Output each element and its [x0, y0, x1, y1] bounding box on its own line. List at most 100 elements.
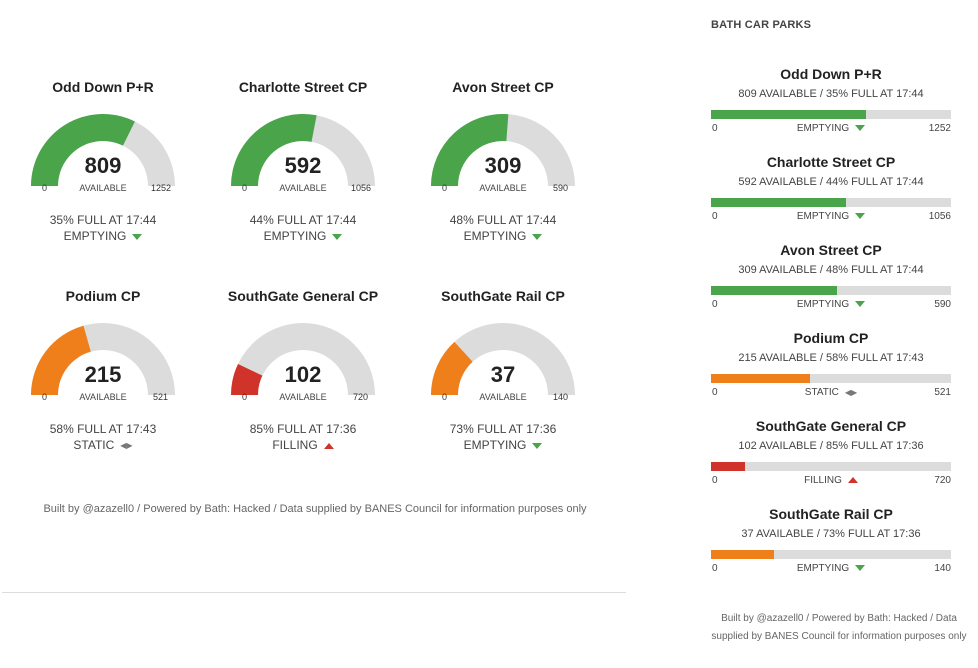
bar-max: 1056 — [928, 211, 951, 222]
trend-up-icon — [323, 442, 334, 449]
gauge-available-label: AVAILABLE — [479, 183, 527, 193]
sidebar-item-trend: FILLING — [711, 475, 951, 486]
gauge-trend: EMPTYING — [213, 229, 393, 243]
sidebar-heading: BATH CAR PARKS — [711, 19, 812, 31]
gauge-title: SouthGate General CP — [227, 288, 379, 304]
gauge-available-label: AVAILABLE — [279, 183, 327, 193]
trend-down-icon — [855, 565, 866, 572]
gauge-max: 720 — [353, 392, 369, 402]
sidebar-item-info: 809 AVAILABLE / 35% FULL AT 17:44 — [738, 88, 924, 100]
sidebar-item-info: 37 AVAILABLE / 73% FULL AT 17:36 — [741, 528, 921, 540]
gauge-min: 0 — [442, 183, 448, 193]
sidebar-item-trend: STATIC ◀▶ — [711, 387, 951, 398]
gauge-trend-label: STATIC — [73, 438, 115, 452]
bar-max: 1252 — [928, 123, 951, 134]
sidebar-item-info: 592 AVAILABLE / 44% FULL AT 17:44 — [738, 176, 924, 188]
sidebar-item-info: 215 AVAILABLE / 58% FULL AT 17:43 — [738, 352, 924, 364]
gauge-min: 0 — [42, 392, 48, 402]
gauge-title: SouthGate Rail CP — [441, 288, 565, 304]
sidebar-item-title: Odd Down P+R — [780, 66, 882, 82]
gauge-trend: EMPTYING — [413, 438, 593, 452]
trend-label: EMPTYING — [796, 123, 850, 134]
sidebar-item-trend: EMPTYING — [711, 563, 951, 574]
sidebar-item-title: SouthGate General CP — [755, 418, 907, 434]
sidebar-item-info: 309 AVAILABLE / 48% FULL AT 17:44 — [738, 264, 924, 276]
gauge-title: Charlotte Street CP — [238, 79, 368, 95]
trend-label: FILLING — [804, 475, 842, 486]
gauge-trend-label: EMPTYING — [463, 438, 527, 452]
gauge-value: 102 — [284, 362, 322, 387]
gauge-value: 37 — [490, 362, 516, 387]
trend-down-icon — [532, 442, 543, 449]
availability-bar-fill — [711, 550, 775, 559]
trend-label: EMPTYING — [796, 299, 850, 310]
gauge-min: 0 — [42, 183, 48, 193]
trend-down-icon — [132, 233, 143, 240]
sidebar-item-odd-down: Odd Down P+R 809 AVAILABLE / 35% FULL AT… — [711, 66, 951, 146]
gauge-trend: STATIC ◀▶ — [13, 438, 193, 452]
trend-label: EMPTYING — [796, 563, 850, 574]
gauge-min: 0 — [242, 392, 248, 402]
gauge-max: 1056 — [351, 183, 372, 193]
sidebar-item-info: 102 AVAILABLE / 85% FULL AT 17:36 — [738, 440, 924, 452]
sidebar-item-trend: EMPTYING — [711, 299, 951, 310]
sidebar-footer: Built by @azazell0 / Powered by Bath: Ha… — [711, 613, 967, 642]
gauge-value: 309 — [484, 153, 522, 178]
bar-max: 720 — [934, 475, 951, 486]
availability-bar-fill — [711, 374, 811, 383]
gauge-full-text: 44% FULL AT 17:44 — [249, 213, 357, 227]
sidebar-item-title: Avon Street CP — [780, 242, 882, 258]
availability-bar — [711, 550, 951, 559]
availability-bar-fill — [711, 198, 846, 207]
gauge-full-text: 73% FULL AT 17:36 — [449, 422, 557, 436]
sidebar-item-title: Charlotte Street CP — [766, 154, 896, 170]
bar-max: 140 — [934, 563, 951, 574]
gauge-min: 0 — [242, 183, 248, 193]
gauge-available-label: AVAILABLE — [279, 392, 327, 402]
gauge-title: Podium CP — [65, 288, 141, 304]
sidebar-item-title: Podium CP — [793, 330, 869, 346]
gauge-available-label: AVAILABLE — [479, 392, 527, 402]
gauge-trend-label: EMPTYING — [463, 229, 527, 243]
bar-max: 521 — [934, 387, 951, 398]
gauge-trend-label: EMPTYING — [63, 229, 127, 243]
trend-down-icon — [855, 301, 866, 308]
gauge-max: 140 — [553, 392, 569, 402]
gauge-available-label: AVAILABLE — [79, 183, 127, 193]
gauge-trend: EMPTYING — [413, 229, 593, 243]
sidebar: BATH CAR PARKS Odd Down P+R 809 AVAILABL… — [700, 0, 978, 668]
gauge-trend: FILLING — [213, 438, 393, 452]
gauge-value: 809 — [84, 153, 122, 178]
gauge-full-text: 58% FULL AT 17:43 — [49, 422, 157, 436]
availability-bar-fill — [711, 110, 867, 119]
sidebar-item-trend: EMPTYING — [711, 123, 951, 134]
sidebar-item-avon-street: Avon Street CP 309 AVAILABLE / 48% FULL … — [711, 242, 951, 322]
gauge-value: 592 — [284, 153, 322, 178]
trend-up-icon — [847, 477, 858, 484]
gauge-full-text: 85% FULL AT 17:36 — [249, 422, 357, 436]
trend-down-icon — [855, 125, 866, 132]
gauge-trend-label: FILLING — [272, 438, 318, 452]
divider — [2, 592, 626, 593]
trend-down-icon — [532, 233, 543, 240]
availability-bar — [711, 110, 951, 119]
gauge-full-text: 48% FULL AT 17:44 — [449, 213, 557, 227]
availability-bar — [711, 198, 951, 207]
trend-label: STATIC — [804, 387, 839, 398]
gauge-trend: EMPTYING — [13, 229, 193, 243]
gauge-min: 0 — [442, 392, 448, 402]
main-footer: Built by @azazell0 / Powered by Bath: Ha… — [43, 503, 587, 515]
gauge-available-label: AVAILABLE — [79, 392, 127, 402]
availability-bar-fill — [711, 462, 746, 471]
sidebar-item-southgate-general: SouthGate General CP 102 AVAILABLE / 85%… — [711, 418, 951, 498]
trend-down-icon — [332, 233, 343, 240]
sidebar-item-southgate-rail: SouthGate Rail CP 37 AVAILABLE / 73% FUL… — [711, 506, 951, 586]
gauge-value: 215 — [84, 362, 122, 387]
availability-bar — [711, 286, 951, 295]
gauge-trend-label: EMPTYING — [263, 229, 327, 243]
bar-max: 590 — [934, 299, 951, 310]
gauge-full-text: 35% FULL AT 17:44 — [49, 213, 157, 227]
gauge-max: 1252 — [151, 183, 172, 193]
availability-bar — [711, 462, 951, 471]
gauge-title: Avon Street CP — [452, 79, 554, 95]
